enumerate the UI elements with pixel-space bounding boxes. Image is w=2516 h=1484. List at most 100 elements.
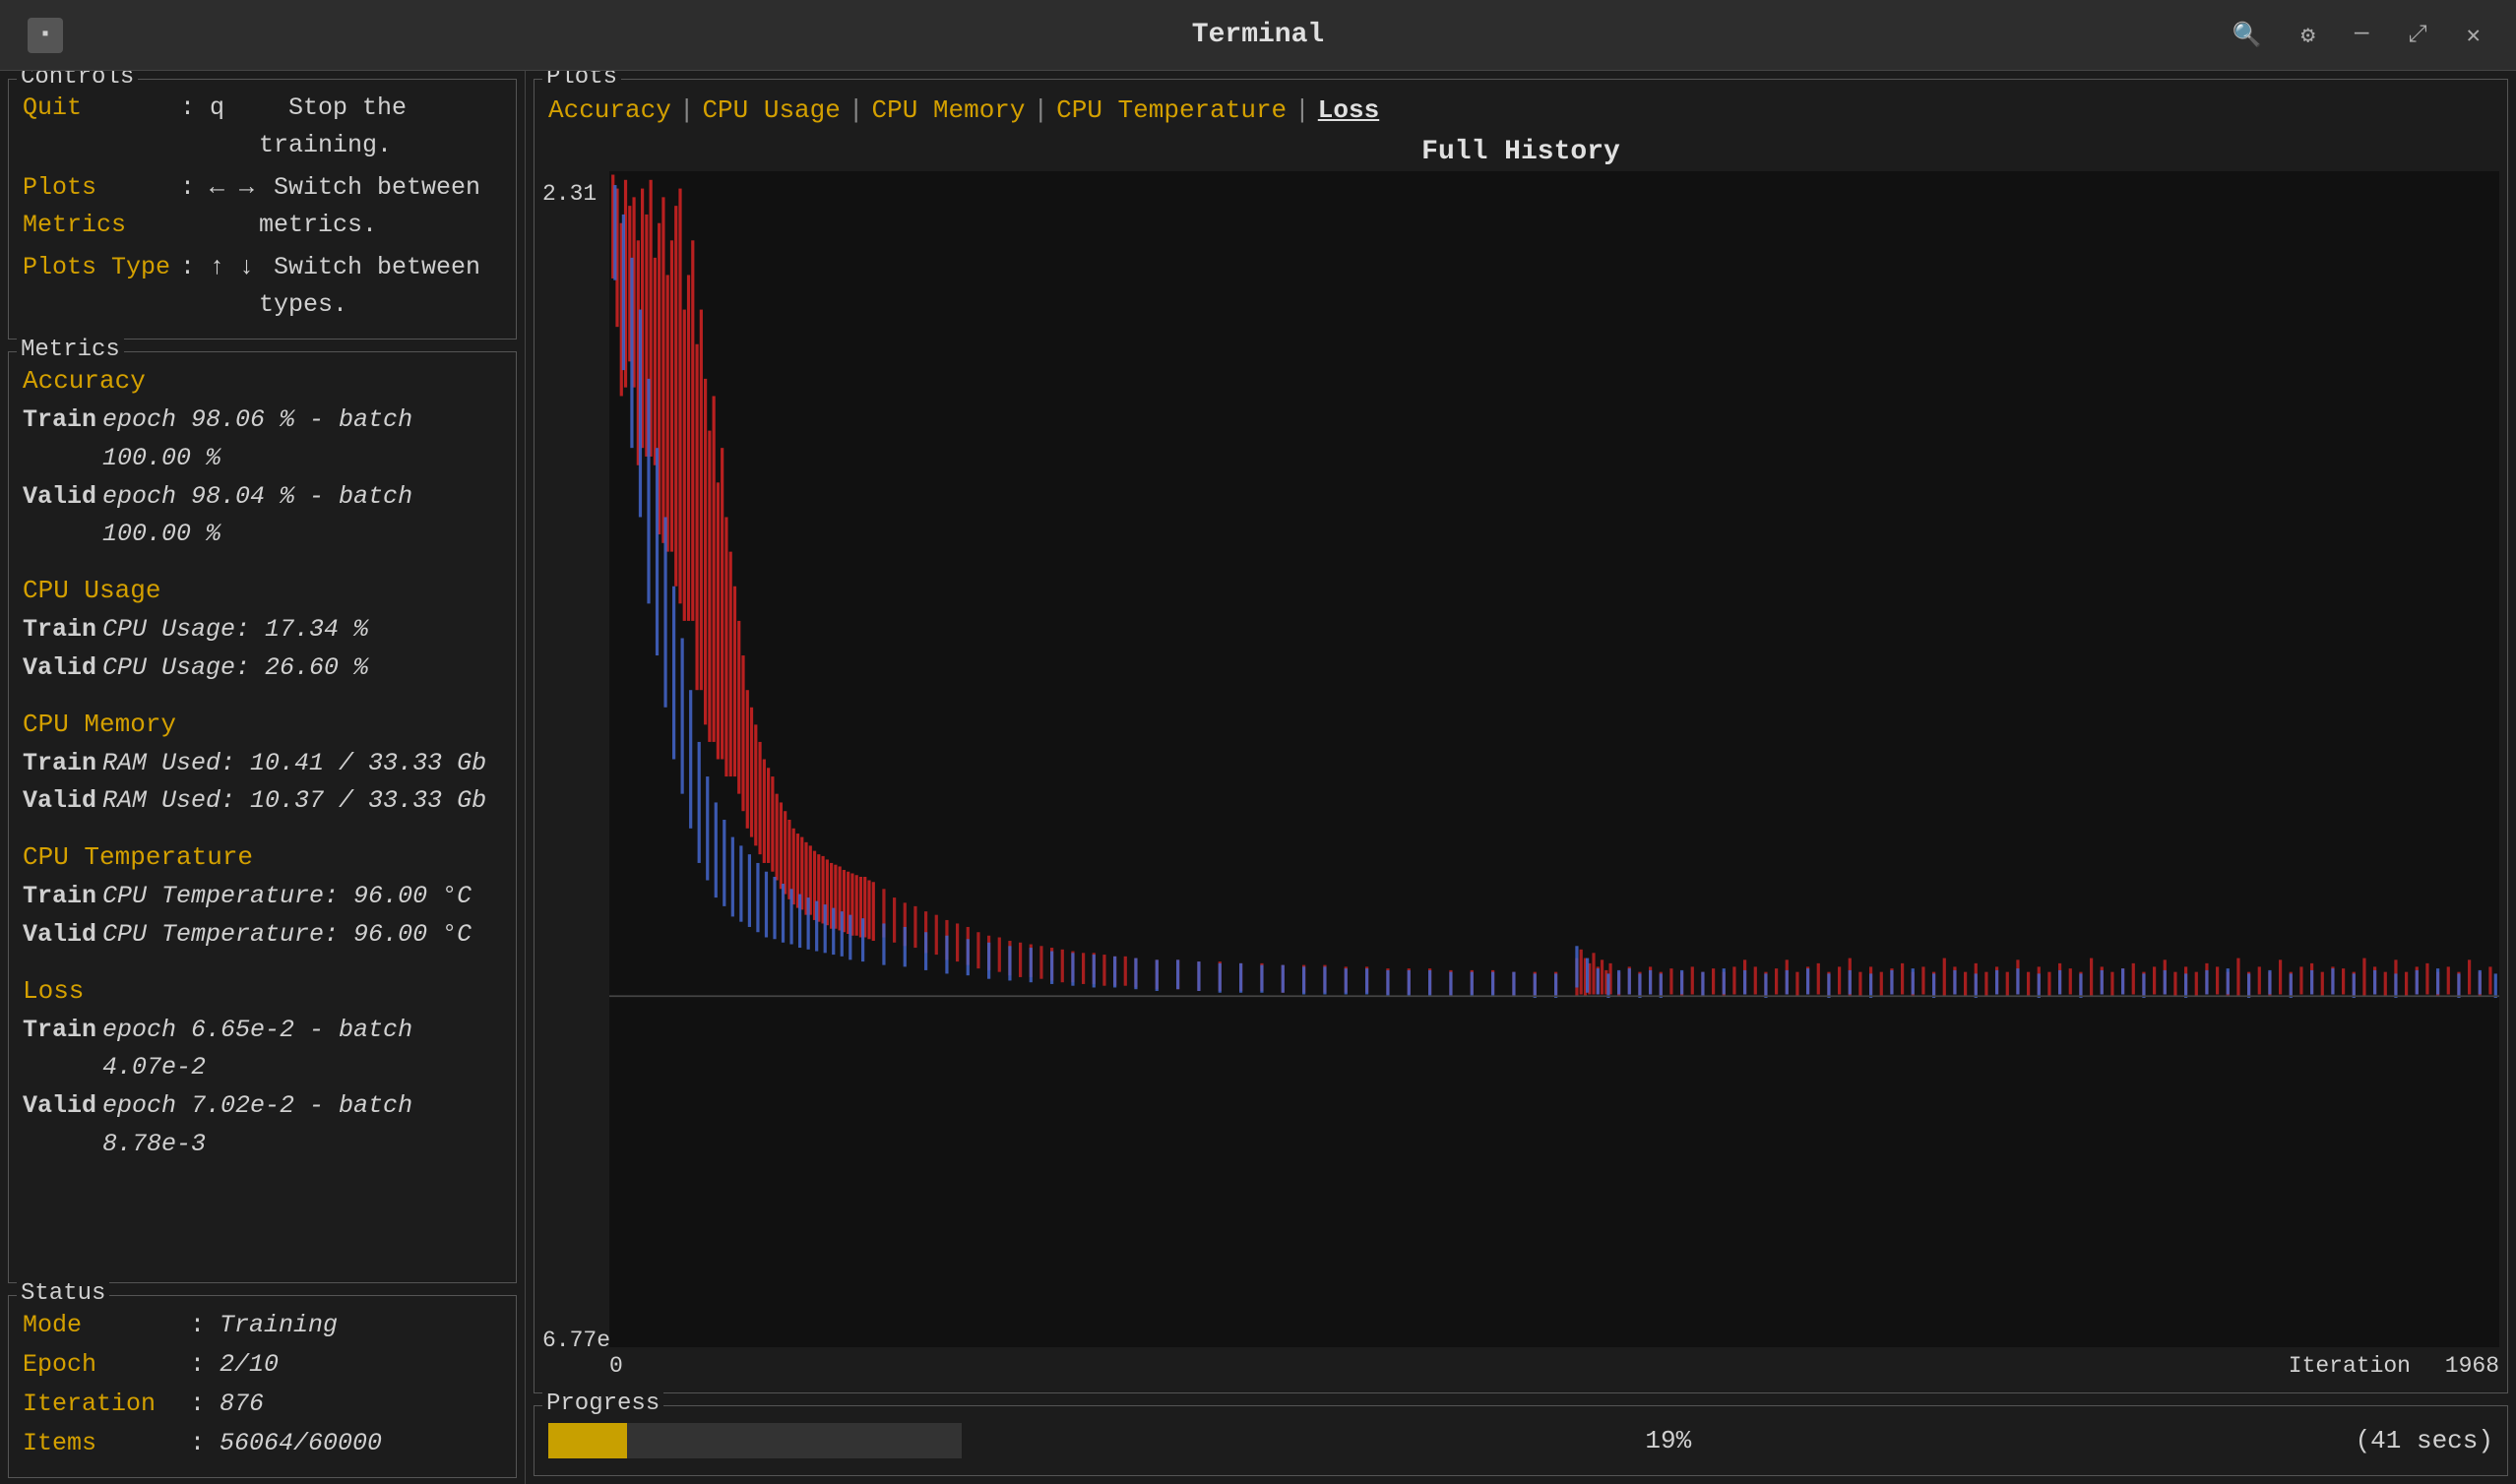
cpu-temp-train-value: CPU Temperature: 96.00 °C xyxy=(102,878,472,916)
titlebar-left: ▪ xyxy=(28,18,63,53)
status-epoch-colon: : xyxy=(190,1345,220,1385)
status-mode-row: Mode : Training xyxy=(23,1306,502,1345)
metric-group-accuracy: Accuracy Train epoch 98.06 % - batch 100… xyxy=(23,366,502,554)
status-iteration-value: 876 xyxy=(220,1385,264,1424)
status-iteration-key: Iteration xyxy=(23,1385,190,1424)
loss-valid-label: Valid xyxy=(23,1087,96,1126)
plots-metrics-binding: : ← → xyxy=(180,169,259,207)
progress-bar-fill xyxy=(548,1423,627,1458)
cpu-temp-train-row: Train CPU Temperature: 96.00 °C xyxy=(23,878,502,916)
tab-cpu-memory[interactable]: CPU Memory xyxy=(871,92,1025,129)
metric-group-cpu-memory: CPU Memory Train RAM Used: 10.41 / 33.33… xyxy=(23,710,502,822)
metric-title-accuracy: Accuracy xyxy=(23,366,502,396)
progress-time: (41 secs) xyxy=(2356,1426,2493,1455)
close-icon[interactable]: ✕ xyxy=(2459,17,2488,54)
plot-title: Full History xyxy=(535,137,2507,167)
progress-section: Progress 19% (41 secs) xyxy=(534,1405,2508,1476)
status-epoch-value: 2/10 xyxy=(220,1345,279,1385)
cpu-memory-valid-value: RAM Used: 10.37 / 33.33 Gb xyxy=(102,782,486,821)
accuracy-train-row: Train epoch 98.06 % - batch 100.00 % xyxy=(23,402,502,478)
cpu-temp-valid-label: Valid xyxy=(23,916,96,955)
status-label: Status xyxy=(17,1280,109,1307)
chart-canvas xyxy=(609,171,2499,1347)
plots-metrics-desc: Switch between metrics. xyxy=(259,169,502,243)
tab-sep-4: | xyxy=(1294,95,1310,125)
metric-title-cpu-memory: CPU Memory xyxy=(23,710,502,739)
plots-metrics-key: Plots Metrics xyxy=(23,169,180,243)
tab-accuracy[interactable]: Accuracy xyxy=(548,92,671,129)
cpu-memory-train-row: Train RAM Used: 10.41 / 33.33 Gb xyxy=(23,745,502,783)
cpu-usage-valid-row: Valid CPU Usage: 26.60 % xyxy=(23,649,502,688)
window-title: Terminal xyxy=(1192,20,1324,50)
control-row-plots-metrics: Plots Metrics : ← → Switch between metri… xyxy=(23,169,502,243)
accuracy-train-label: Train xyxy=(23,402,96,440)
metric-group-cpu-temp: CPU Temperature Train CPU Temperature: 9… xyxy=(23,842,502,955)
cpu-usage-train-label: Train xyxy=(23,611,96,649)
gear-icon[interactable]: ⚙ xyxy=(2293,17,2322,54)
plot-area: 2.31 6.77e-3 0 Iteration 1968 Train Vali… xyxy=(542,171,2499,1389)
control-row-plots-type: Plots Type : ↑ ↓ Switch between types. xyxy=(23,249,502,323)
loss-valid-value: epoch 7.02e-2 - batch 8.78e-3 xyxy=(102,1087,502,1164)
loss-chart-svg xyxy=(609,171,2499,1347)
plots-type-desc: Switch between types. xyxy=(259,249,502,323)
cpu-temp-valid-row: Valid CPU Temperature: 96.00 °C xyxy=(23,916,502,955)
cpu-temp-valid-value: CPU Temperature: 96.00 °C xyxy=(102,916,472,955)
metrics-label: Metrics xyxy=(17,337,124,363)
accuracy-train-value: epoch 98.06 % - batch 100.00 % xyxy=(102,402,502,478)
tab-cpu-temperature[interactable]: CPU Temperature xyxy=(1056,92,1287,129)
cpu-memory-valid-row: Valid RAM Used: 10.37 / 33.33 Gb xyxy=(23,782,502,821)
plots-tabs: Accuracy | CPU Usage | CPU Memory | CPU … xyxy=(535,80,2507,129)
status-epoch-row: Epoch : 2/10 xyxy=(23,1345,502,1385)
accuracy-valid-value: epoch 98.04 % - batch 100.00 % xyxy=(102,478,502,555)
x-axis-label: Iteration xyxy=(2289,1353,2411,1379)
cpu-memory-train-label: Train xyxy=(23,745,96,783)
cpu-usage-train-value: CPU Usage: 17.34 % xyxy=(102,611,368,649)
tab-cpu-usage[interactable]: CPU Usage xyxy=(702,92,840,129)
status-iteration-colon: : xyxy=(190,1385,220,1424)
progress-label: Progress xyxy=(542,1391,663,1417)
metric-group-loss: Loss Train epoch 6.65e-2 - batch 4.07e-2… xyxy=(23,976,502,1164)
controls-label: Controls xyxy=(17,71,138,91)
right-panel: Plots Accuracy | CPU Usage | CPU Memory … xyxy=(526,71,2516,1484)
tab-sep-3: | xyxy=(1034,95,1049,125)
minimize-icon[interactable]: ─ xyxy=(2347,18,2376,52)
cpu-temp-train-label: Train xyxy=(23,878,96,916)
tab-loss[interactable]: Loss xyxy=(1318,92,1379,129)
x-axis-max: 1968 xyxy=(2445,1353,2499,1379)
cpu-memory-train-value: RAM Used: 10.41 / 33.33 Gb xyxy=(102,745,486,783)
window-icon: ▪ xyxy=(28,18,63,53)
metrics-section: Metrics Accuracy Train epoch 98.06 % - b… xyxy=(8,351,517,1283)
cpu-usage-valid-label: Valid xyxy=(23,649,96,688)
search-icon[interactable]: 🔍 xyxy=(2225,17,2270,54)
status-items-key: Items xyxy=(23,1424,190,1463)
tab-sep-2: | xyxy=(849,95,864,125)
tab-sep-1: | xyxy=(679,95,695,125)
maximize-icon[interactable]: ⤢ xyxy=(2400,18,2434,53)
accuracy-valid-row: Valid epoch 98.04 % - batch 100.00 % xyxy=(23,478,502,555)
status-items-row: Items : 56064/60000 xyxy=(23,1424,502,1463)
quit-key: Quit xyxy=(23,90,180,127)
loss-train-row: Train epoch 6.65e-2 - batch 4.07e-2 xyxy=(23,1012,502,1088)
cpu-memory-valid-label: Valid xyxy=(23,782,96,821)
metric-group-cpu-usage: CPU Usage Train CPU Usage: 17.34 % Valid… xyxy=(23,576,502,688)
y-axis-max: 2.31 xyxy=(542,181,597,207)
cpu-usage-valid-value: CPU Usage: 26.60 % xyxy=(102,649,368,688)
status-items-colon: : xyxy=(190,1424,220,1463)
metric-title-cpu-temp: CPU Temperature xyxy=(23,842,502,872)
status-iteration-row: Iteration : 876 xyxy=(23,1385,502,1424)
titlebar-controls: 🔍 ⚙ ─ ⤢ ✕ xyxy=(2225,17,2488,54)
status-items-value: 56064/60000 xyxy=(220,1424,382,1463)
plots-label: Plots xyxy=(542,71,621,91)
quit-desc: Stop the training. xyxy=(259,90,502,163)
accuracy-valid-label: Valid xyxy=(23,478,96,517)
loss-train-label: Train xyxy=(23,1012,96,1050)
status-epoch-key: Epoch xyxy=(23,1345,190,1385)
status-mode-colon: : xyxy=(190,1306,220,1345)
x-axis-min: 0 xyxy=(609,1353,623,1379)
status-mode-value: Training xyxy=(220,1306,338,1345)
control-row-quit: Quit : q Stop the training. xyxy=(23,90,502,163)
cpu-usage-train-row: Train CPU Usage: 17.34 % xyxy=(23,611,502,649)
status-section: Status Mode : Training Epoch : 2/10 Iter… xyxy=(8,1295,517,1478)
loss-valid-row: Valid epoch 7.02e-2 - batch 8.78e-3 xyxy=(23,1087,502,1164)
progress-bar-container xyxy=(548,1423,962,1458)
